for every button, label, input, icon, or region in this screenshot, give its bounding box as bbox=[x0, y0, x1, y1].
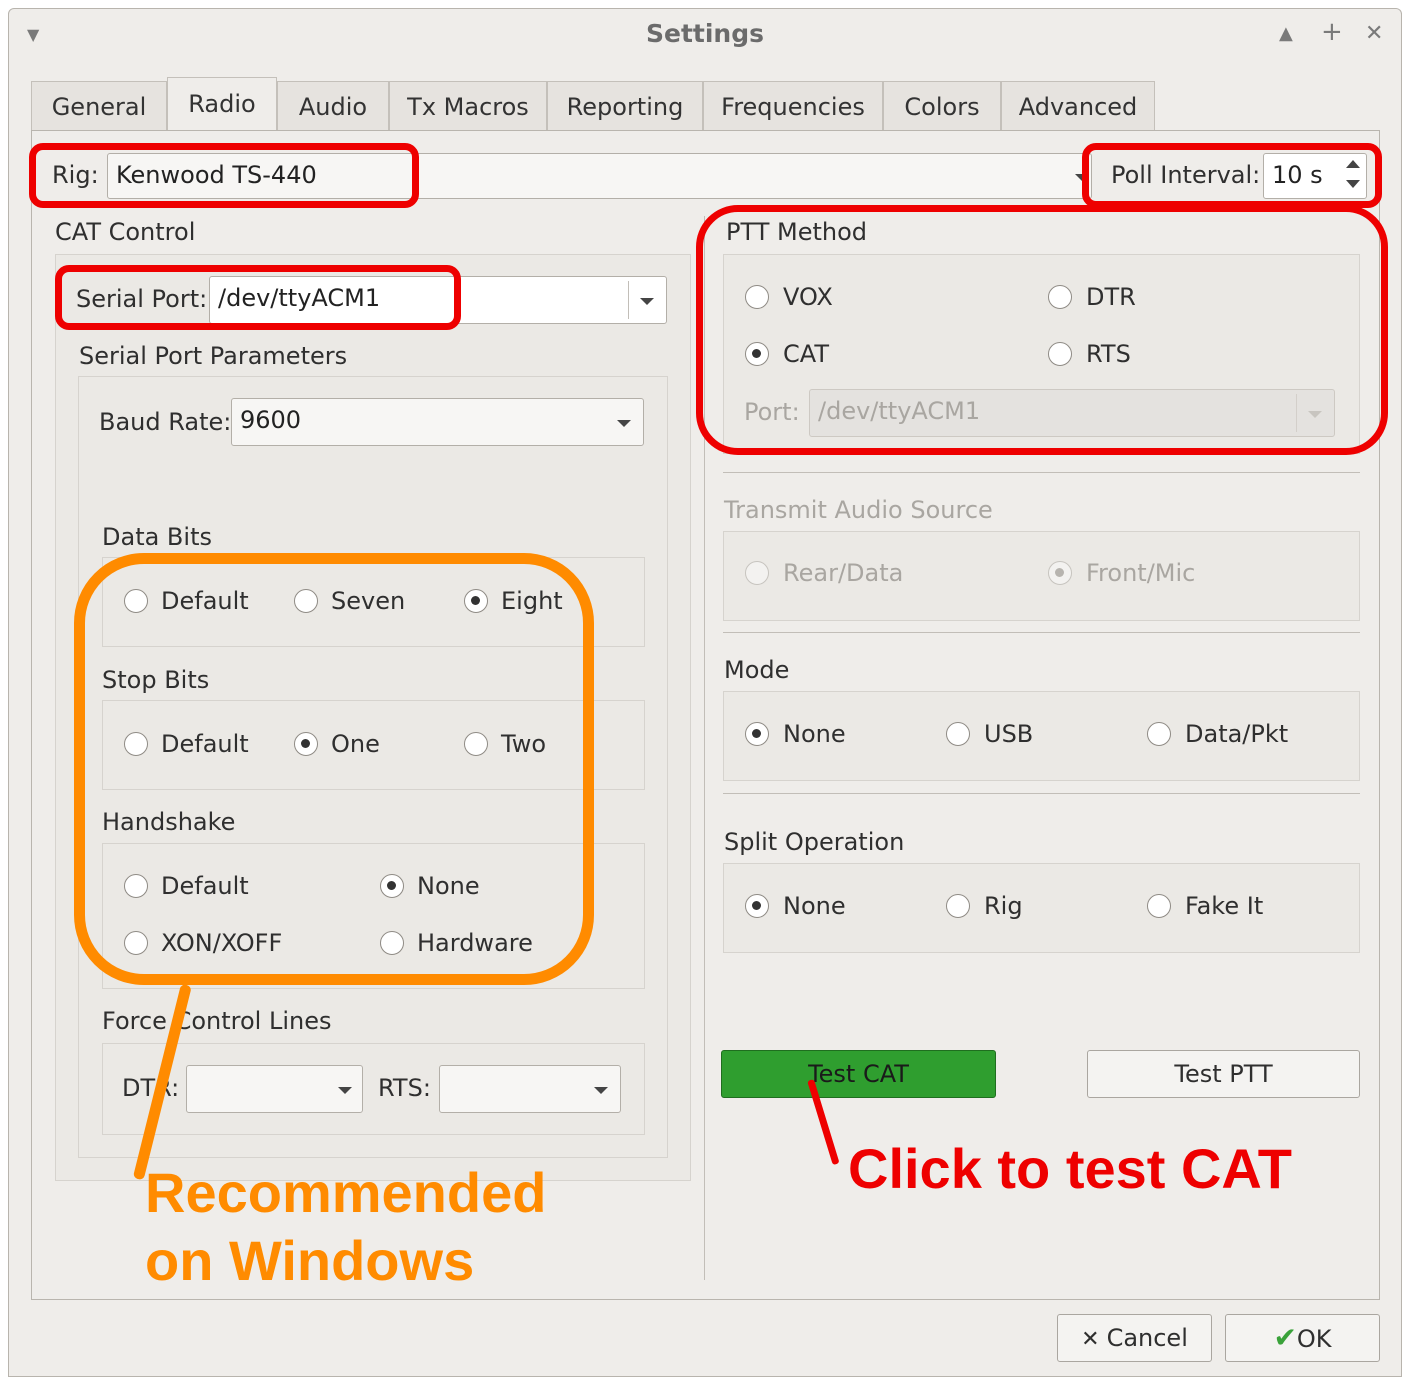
annotation-recommended-line2: on Windows bbox=[145, 1229, 475, 1292]
mode-separator bbox=[723, 793, 1360, 794]
cat-control-title: CAT Control bbox=[55, 218, 196, 246]
rig-highlight-box bbox=[29, 143, 419, 208]
recommended-highlight-box bbox=[74, 553, 594, 985]
split-operation-title: Split Operation bbox=[724, 828, 905, 856]
checkmark-icon: ✔ bbox=[1273, 1321, 1297, 1354]
chevron-down-icon bbox=[617, 420, 631, 427]
tx-audio-separator bbox=[723, 632, 1360, 633]
baud-rate-select[interactable]: 9600 bbox=[231, 398, 644, 446]
close-icon[interactable]: ✕ bbox=[1365, 21, 1383, 46]
tx-audio-rear-label: Rear/Data bbox=[783, 559, 904, 587]
tab-radio[interactable]: Radio bbox=[167, 77, 277, 133]
split-fake-it-radio[interactable] bbox=[1147, 894, 1171, 918]
poll-interval-highlight-box bbox=[1082, 143, 1382, 208]
cancel-icon: ✕ bbox=[1081, 1327, 1107, 1352]
title-bar: ▼ Settings ▲ + ✕ bbox=[9, 9, 1401, 57]
annotation-recommended-line1: Recommended bbox=[145, 1161, 547, 1224]
test-cat-button[interactable]: Test CAT bbox=[721, 1050, 996, 1098]
ok-label: OK bbox=[1296, 1325, 1332, 1353]
mode-data-pkt-radio[interactable] bbox=[1147, 722, 1171, 746]
serial-port-highlight-box bbox=[55, 265, 461, 330]
rts-label: RTS: bbox=[378, 1074, 431, 1102]
tab-colors[interactable]: Colors bbox=[883, 81, 1001, 131]
baud-rate-label: Baud Rate: bbox=[99, 408, 232, 436]
tab-audio[interactable]: Audio bbox=[277, 81, 389, 131]
ptt-separator bbox=[723, 472, 1360, 473]
tab-tx-macros[interactable]: Tx Macros bbox=[389, 81, 547, 131]
maximize-icon[interactable]: + bbox=[1321, 17, 1343, 47]
ptt-method-highlight-box bbox=[696, 205, 1388, 455]
combo-divider bbox=[628, 281, 629, 319]
force-control-lines-title: Force Control Lines bbox=[102, 1007, 332, 1035]
split-none-radio[interactable] bbox=[745, 894, 769, 918]
mode-usb-radio[interactable] bbox=[946, 722, 970, 746]
mode-usb-label: USB bbox=[984, 720, 1034, 748]
tab-reporting[interactable]: Reporting bbox=[547, 81, 703, 131]
serial-params-title: Serial Port Parameters bbox=[79, 342, 348, 370]
chevron-down-icon bbox=[594, 1087, 608, 1094]
split-fake-it-label: Fake It bbox=[1185, 892, 1264, 920]
tx-audio-rear-radio[interactable] bbox=[745, 561, 769, 585]
tx-audio-front-label: Front/Mic bbox=[1086, 559, 1196, 587]
dtr-label: DTR: bbox=[122, 1074, 180, 1102]
mode-none-radio[interactable] bbox=[745, 722, 769, 746]
mode-data-pkt-label: Data/Pkt bbox=[1185, 720, 1289, 748]
tab-advanced[interactable]: Advanced bbox=[1001, 81, 1155, 131]
split-rig-label: Rig bbox=[984, 892, 1023, 920]
tab-general[interactable]: General bbox=[31, 81, 167, 131]
split-none-label: None bbox=[783, 892, 846, 920]
tab-frequencies[interactable]: Frequencies bbox=[703, 81, 883, 131]
baud-rate-value: 9600 bbox=[240, 406, 302, 434]
annotation-click-to-test: Click to test CAT bbox=[848, 1137, 1292, 1200]
chevron-down-icon bbox=[338, 1087, 352, 1094]
rts-select[interactable] bbox=[439, 1065, 621, 1113]
window-title: Settings bbox=[645, 19, 764, 48]
dtr-select[interactable] bbox=[186, 1065, 363, 1113]
chevron-down-icon bbox=[640, 298, 654, 305]
ok-button[interactable]: ✔OK bbox=[1225, 1314, 1380, 1362]
test-ptt-button[interactable]: Test PTT bbox=[1087, 1050, 1360, 1098]
cancel-button[interactable]: ✕ Cancel bbox=[1057, 1314, 1212, 1362]
tx-audio-front-radio[interactable] bbox=[1048, 561, 1072, 585]
shade-icon[interactable]: ▲ bbox=[1279, 23, 1293, 44]
data-bits-title: Data Bits bbox=[102, 523, 212, 551]
mode-title: Mode bbox=[724, 656, 790, 684]
cancel-label: Cancel bbox=[1106, 1324, 1188, 1352]
split-rig-radio[interactable] bbox=[946, 894, 970, 918]
mode-none-label: None bbox=[783, 720, 846, 748]
tx-audio-title: Transmit Audio Source bbox=[724, 496, 993, 524]
